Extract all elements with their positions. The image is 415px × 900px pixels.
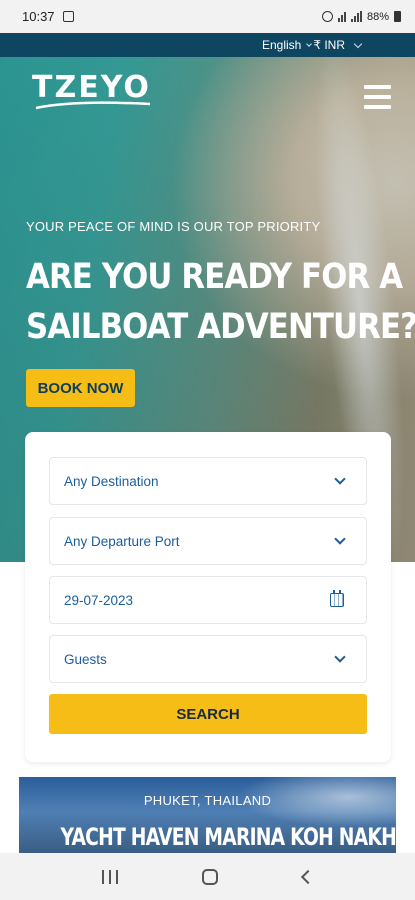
book-now-button[interactable]: BOOK NOW [26, 369, 135, 407]
promo-location: PHUKET, THAILAND [143, 793, 272, 808]
hero-headline-line1: ARE YOU READY FOR A [26, 257, 403, 297]
date-value: 29-07-2023 [64, 592, 134, 608]
destination-value: Any Destination [64, 473, 159, 489]
promo-title: YACHT HAVEN MARINA KOH NAKHA YAI [60, 823, 396, 851]
calendar-icon[interactable] [330, 590, 344, 607]
logo-swoosh-icon [35, 101, 151, 110]
locale-bar: English ₹ INR [0, 33, 415, 57]
currency-label: ₹ INR [313, 38, 345, 52]
chevron-down-icon [334, 651, 346, 663]
guests-select[interactable]: Guests [49, 635, 367, 683]
wifi-signal-icon [337, 11, 346, 22]
search-card: Any Destination Any Departure Port 29-07… [25, 432, 391, 762]
hero-tagline: YOUR PEACE OF MIND IS OUR TOP PRIORITY [26, 219, 321, 234]
gallery-notification-icon [62, 11, 74, 22]
hamburger-menu-icon[interactable] [364, 85, 391, 109]
cell-signal-icon [350, 11, 362, 22]
chevron-down-icon [334, 533, 346, 545]
currency-selector[interactable]: ₹ INR [306, 38, 365, 52]
guests-value: Guests [64, 651, 107, 667]
hero-headline-line2: SAILBOAT ADVENTURE? [26, 307, 415, 347]
chevron-down-icon [353, 39, 363, 48]
destination-select[interactable]: Any Destination [49, 457, 367, 505]
search-button[interactable]: SEARCH [49, 694, 367, 734]
status-bar: 10:37 88% [0, 0, 415, 33]
battery-percentage: 88% [366, 10, 389, 23]
home-icon[interactable] [202, 868, 219, 885]
status-time: 10:37 [22, 9, 55, 24]
chevron-down-icon [306, 41, 313, 47]
back-icon[interactable] [300, 869, 315, 884]
departure-port-select[interactable]: Any Departure Port [49, 517, 367, 565]
destination-promo-card[interactable]: PHUKET, THAILAND YACHT HAVEN MARINA KOH … [19, 777, 396, 853]
language-selector[interactable]: English [262, 38, 301, 52]
date-field[interactable]: 29-07-2023 [49, 576, 367, 624]
chevron-down-icon [334, 473, 346, 485]
recents-icon[interactable] [102, 869, 119, 884]
system-nav-bar [0, 853, 415, 900]
departure-port-value: Any Departure Port [64, 533, 180, 549]
language-label: English [262, 38, 302, 52]
alarm-icon [321, 11, 333, 22]
battery-icon [394, 11, 401, 22]
hero-headline: ARE YOU READY FOR A SAILBOAT ADVENTURE? [26, 252, 415, 352]
